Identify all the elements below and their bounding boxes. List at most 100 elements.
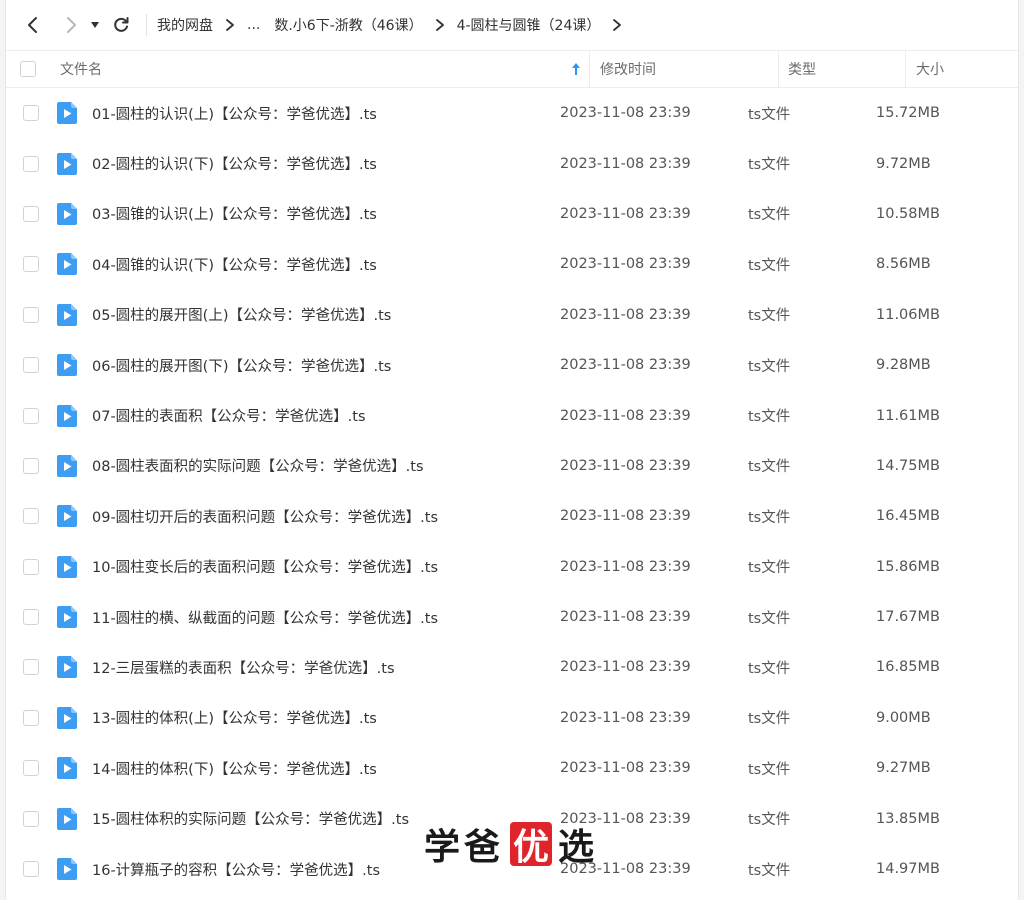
row-checkbox[interactable] <box>23 256 39 273</box>
modified-time: 2023-11-08 23:39 <box>560 508 691 525</box>
row-checkbox[interactable] <box>23 508 39 525</box>
column-header-type[interactable]: 类型 <box>779 51 906 87</box>
file-name-cell[interactable]: 12-三层蛋糕的表面积【公众号：学爸优选】.ts <box>56 655 550 679</box>
file-name-cell[interactable]: 14-圆柱的体积(下)【公众号：学爸优选】.ts <box>56 756 550 780</box>
file-size: 16.45MB <box>876 508 940 525</box>
file-size: 9.28MB <box>876 357 931 374</box>
file-name: 16-计算瓶子的容积【公众号：学爸优选】.ts <box>92 862 381 879</box>
file-name-cell[interactable]: 02-圆柱的认识(下)【公众号：学爸优选】.ts <box>56 152 550 176</box>
table-row[interactable]: 02-圆柱的认识(下)【公众号：学爸优选】.ts 2023-11-08 23:39… <box>6 138 1018 188</box>
breadcrumb-item-ellipsis[interactable]: ... <box>245 17 262 33</box>
row-checkbox[interactable] <box>23 357 39 374</box>
file-name-cell[interactable]: 11-圆柱的横、纵截面的问题【公众号：学爸优选】.ts <box>56 605 550 629</box>
file-name: 06-圆柱的展开图(下)【公众号：学爸优选】.ts <box>92 358 392 375</box>
file-type: ts文件 <box>748 157 791 174</box>
file-name-cell[interactable]: 03-圆锥的认识(上)【公众号：学爸优选】.ts <box>56 202 550 226</box>
file-type: ts文件 <box>748 761 791 778</box>
video-file-icon <box>57 454 77 477</box>
refresh-button[interactable] <box>106 10 136 40</box>
file-size: 11.61MB <box>876 407 940 424</box>
video-file-icon <box>57 656 77 679</box>
chevron-right-icon[interactable] <box>608 16 626 34</box>
table-row[interactable]: 14-圆柱的体积(下)【公众号：学爸优选】.ts 2023-11-08 23:39… <box>6 743 1018 793</box>
column-header-size[interactable]: 大小 <box>906 51 1018 87</box>
file-name: 09-圆柱切开后的表面积问题【公众号：学爸优选】.ts <box>92 509 439 526</box>
table-row[interactable]: 09-圆柱切开后的表面积问题【公众号：学爸优选】.ts 2023-11-08 23… <box>6 491 1018 541</box>
file-name-cell[interactable]: 06-圆柱的展开图(下)【公众号：学爸优选】.ts <box>56 353 550 377</box>
column-header-time[interactable]: 修改时间 <box>590 51 779 87</box>
file-name-cell[interactable]: 04-圆锥的认识(下)【公众号：学爸优选】.ts <box>56 252 550 276</box>
row-checkbox[interactable] <box>23 205 39 222</box>
chevron-right-icon <box>221 16 239 34</box>
breadcrumb-item-root[interactable]: 我的网盘 <box>155 15 215 35</box>
table-row[interactable]: 07-圆柱的表面积【公众号：学爸优选】.ts 2023-11-08 23:39 ts… <box>6 390 1018 440</box>
row-checkbox-cell <box>6 508 56 525</box>
table-row[interactable]: 05-圆柱的展开图(上)【公众号：学爸优选】.ts 2023-11-08 23:3… <box>6 290 1018 340</box>
file-name-cell[interactable]: 09-圆柱切开后的表面积问题【公众号：学爸优选】.ts <box>56 504 550 528</box>
watermark-logo: 学爸 优 选 <box>424 818 598 870</box>
row-checkbox-cell <box>6 609 56 626</box>
file-name-cell[interactable]: 10-圆柱变长后的表面积问题【公众号：学爸优选】.ts <box>56 555 550 579</box>
row-checkbox[interactable] <box>23 861 39 878</box>
row-checkbox[interactable] <box>23 407 39 424</box>
select-all-checkbox[interactable] <box>20 61 36 77</box>
modified-time: 2023-11-08 23:39 <box>560 205 691 222</box>
file-size: 13.85MB <box>876 810 940 827</box>
row-checkbox-cell <box>6 760 56 777</box>
file-type: ts文件 <box>748 106 791 123</box>
file-name-cell[interactable]: 13-圆柱的体积(上)【公众号：学爸优选】.ts <box>56 706 550 730</box>
chevron-left-icon <box>28 17 37 33</box>
file-name-cell[interactable]: 08-圆柱表面积的实际问题【公众号：学爸优选】.ts <box>56 454 550 478</box>
file-type: ts文件 <box>748 257 791 274</box>
modified-time: 2023-11-08 23:39 <box>560 256 691 273</box>
watermark-highlight: 优 <box>510 822 553 868</box>
table-row[interactable]: 03-圆锥的认识(上)【公众号：学爸优选】.ts 2023-11-08 23:39… <box>6 189 1018 239</box>
video-file-icon <box>57 253 77 276</box>
breadcrumb-item-course[interactable]: 数.小6下-浙教（46课） <box>272 15 424 35</box>
forward-button[interactable] <box>56 10 86 40</box>
file-type: ts文件 <box>748 459 791 476</box>
row-checkbox[interactable] <box>23 659 39 676</box>
file-name: 04-圆锥的认识(下)【公众号：学爸优选】.ts <box>92 257 377 274</box>
row-checkbox-cell <box>6 810 56 827</box>
history-dropdown-button[interactable] <box>86 10 104 40</box>
select-all-cell <box>6 61 50 77</box>
row-checkbox[interactable] <box>23 306 39 323</box>
file-size: 11.06MB <box>876 306 940 323</box>
file-type: ts文件 <box>748 812 791 829</box>
file-name-cell[interactable]: 01-圆柱的认识(上)【公众号：学爸优选】.ts <box>56 101 550 125</box>
file-size: 14.97MB <box>876 861 940 878</box>
row-checkbox[interactable] <box>23 760 39 777</box>
file-name-cell[interactable]: 07-圆柱的表面积【公众号：学爸优选】.ts <box>56 404 550 428</box>
back-button[interactable] <box>18 10 48 40</box>
scrollbar-track[interactable] <box>1018 0 1024 900</box>
table-row[interactable]: 13-圆柱的体积(上)【公众号：学爸优选】.ts 2023-11-08 23:39… <box>6 693 1018 743</box>
row-checkbox[interactable] <box>23 457 39 474</box>
breadcrumb-item-current[interactable]: 4-圆柱与圆锥（24课） <box>455 15 603 35</box>
chevron-right-icon <box>431 16 449 34</box>
sort-ascending-icon[interactable] <box>571 62 581 76</box>
row-checkbox[interactable] <box>23 558 39 575</box>
modified-time: 2023-11-08 23:39 <box>560 105 691 122</box>
table-row[interactable]: 06-圆柱的展开图(下)【公众号：学爸优选】.ts 2023-11-08 23:3… <box>6 340 1018 390</box>
table-row[interactable]: 04-圆锥的认识(下)【公众号：学爸优选】.ts 2023-11-08 23:39… <box>6 239 1018 289</box>
file-size: 8.56MB <box>876 256 931 273</box>
file-size: 15.72MB <box>876 105 940 122</box>
column-header-name[interactable]: 文件名 <box>50 51 590 87</box>
row-checkbox-cell <box>6 155 56 172</box>
table-row[interactable]: 10-圆柱变长后的表面积问题【公众号：学爸优选】.ts 2023-11-08 23… <box>6 542 1018 592</box>
row-checkbox-cell <box>6 558 56 575</box>
row-checkbox[interactable] <box>23 810 39 827</box>
table-row[interactable]: 08-圆柱表面积的实际问题【公众号：学爸优选】.ts 2023-11-08 23:… <box>6 441 1018 491</box>
row-checkbox[interactable] <box>23 709 39 726</box>
file-name-cell[interactable]: 05-圆柱的展开图(上)【公众号：学爸优选】.ts <box>56 303 550 327</box>
video-file-icon <box>57 858 77 881</box>
row-checkbox-cell <box>6 659 56 676</box>
table-row[interactable]: 01-圆柱的认识(上)【公众号：学爸优选】.ts 2023-11-08 23:39… <box>6 88 1018 138</box>
modified-time: 2023-11-08 23:39 <box>560 155 691 172</box>
row-checkbox[interactable] <box>23 105 39 122</box>
row-checkbox[interactable] <box>23 155 39 172</box>
table-row[interactable]: 11-圆柱的横、纵截面的问题【公众号：学爸优选】.ts 2023-11-08 23… <box>6 592 1018 642</box>
row-checkbox[interactable] <box>23 609 39 626</box>
table-row[interactable]: 12-三层蛋糕的表面积【公众号：学爸优选】.ts 2023-11-08 23:39… <box>6 642 1018 692</box>
